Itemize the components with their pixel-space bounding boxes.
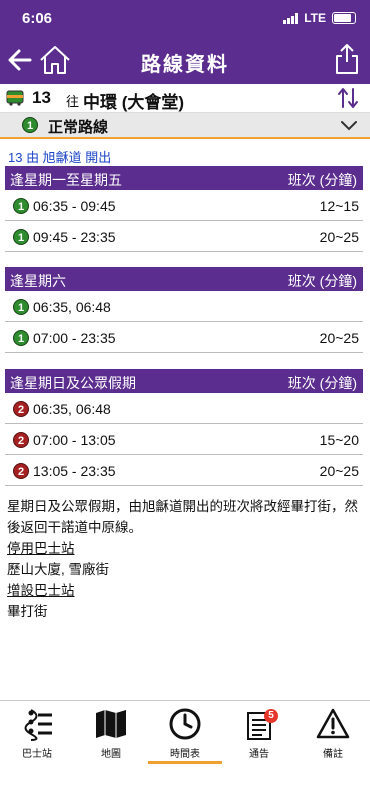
status-indicators: LTE	[283, 11, 356, 25]
tab-label: 備註	[323, 749, 343, 760]
bus-icon	[6, 90, 24, 106]
time-range: 09:45 - 23:35	[33, 229, 116, 245]
frequency-value: 20~25	[319, 330, 359, 346]
chevron-down-icon[interactable]	[340, 118, 358, 132]
page-title: 路線資料	[141, 54, 229, 76]
section-header: 逢星期日及公眾假期 班次 (分鐘)	[5, 369, 363, 393]
frequency-header: 班次 (分鐘)	[287, 172, 357, 188]
frequency-value: 15~20	[319, 432, 359, 448]
origin-text: 13 由 旭龢道 開出	[8, 150, 112, 165]
suspended-stops: 歷山大廈, 雪廠街	[7, 562, 110, 577]
added-stops-heading[interactable]: 增設巴士站	[7, 580, 363, 601]
time-range: 07:00 - 23:35	[33, 330, 116, 346]
route-notes: 星期日及公眾假期，由旭龢道開出的班次將改經畢打街，然後返回干諾道中原線。 停用巴…	[7, 496, 363, 622]
tab-notices[interactable]: 5 通告	[222, 707, 296, 767]
frequency-value: 20~25	[319, 463, 359, 479]
schedule-row: 1 06:35 - 09:45 12~15	[5, 190, 363, 221]
variant-badge: 2	[13, 463, 29, 479]
time-range: 06:35 - 09:45	[33, 198, 116, 214]
active-tab-indicator	[148, 761, 222, 764]
signal-icon	[283, 12, 299, 24]
schedule-row: 2 06:35, 06:48	[5, 393, 363, 424]
network-label: LTE	[304, 11, 326, 25]
section-header: 逢星期一至星期五 班次 (分鐘)	[5, 166, 363, 190]
schedule-section-sunday: 逢星期日及公眾假期 班次 (分鐘) 2 06:35, 06:48 2 07:00…	[5, 369, 363, 486]
time-range: 07:00 - 13:05	[33, 432, 116, 448]
variant-label: 正常路線	[48, 119, 109, 136]
schedule-section-weekday: 逢星期一至星期五 班次 (分鐘) 1 06:35 - 09:45 12~15 1…	[5, 166, 363, 252]
route-header: 13 往 中環 (大會堂)	[0, 84, 370, 113]
warning-icon	[316, 708, 350, 739]
status-time: 6:06	[22, 10, 53, 27]
variant-badge: 1	[13, 198, 29, 214]
variant-badge: 1	[13, 229, 29, 245]
tab-remarks[interactable]: 備註	[296, 707, 370, 767]
schedule-row: 1 09:45 - 23:35 20~25	[5, 221, 363, 252]
route-destination: 中環 (大會堂)	[83, 93, 185, 112]
schedule-section-saturday: 逢星期六 班次 (分鐘) 1 06:35, 06:48 1 07:00 - 23…	[5, 267, 363, 353]
frequency-header: 班次 (分鐘)	[287, 375, 357, 391]
frequency-value: 20~25	[319, 229, 359, 245]
schedule-row: 1 07:00 - 23:35 20~25	[5, 322, 363, 353]
schedule-row: 2 07:00 - 13:05 15~20	[5, 424, 363, 455]
variant-badge: 2	[13, 401, 29, 417]
schedule-row: 1 06:35, 06:48	[5, 291, 363, 322]
variant-badge: 1	[13, 299, 29, 315]
section-header: 逢星期六 班次 (分鐘)	[5, 267, 363, 291]
clock-icon	[169, 708, 201, 740]
variant-badge: 2	[13, 432, 29, 448]
suspended-stops-heading[interactable]: 停用巴士站	[7, 538, 363, 559]
time-range: 06:35, 06:48	[33, 401, 111, 417]
variant-badge: 1	[13, 330, 29, 346]
notice-count-badge: 5	[264, 709, 278, 723]
variant-badge: 1	[22, 117, 38, 133]
tab-label: 時間表	[170, 749, 200, 760]
swap-direction-icon[interactable]	[336, 87, 360, 109]
time-range: 13:05 - 23:35	[33, 463, 116, 479]
map-icon	[96, 710, 126, 738]
share-icon[interactable]	[334, 42, 360, 76]
route-variant-selector[interactable]: 1 正常路線	[0, 113, 370, 139]
section-title: 逢星期六	[10, 273, 66, 289]
tab-bar: 巴士站 地圖 時間表 5 通告 備註	[0, 700, 370, 801]
notes-paragraph: 星期日及公眾假期，由旭龢道開出的班次將改經畢打街，然後返回干諾道中原線。	[7, 499, 358, 535]
tab-map[interactable]: 地圖	[74, 707, 148, 767]
schedule-row: 2 13:05 - 23:35 20~25	[5, 455, 363, 486]
tab-timetable[interactable]: 時間表	[148, 707, 222, 767]
time-range: 06:35, 06:48	[33, 299, 111, 315]
added-stops: 畢打街	[7, 604, 48, 619]
frequency-header: 班次 (分鐘)	[287, 273, 357, 289]
frequency-value: 12~15	[319, 198, 359, 214]
route-direction: 往	[66, 94, 80, 109]
section-title: 逢星期一至星期五	[10, 172, 122, 188]
tab-label: 通告	[249, 749, 269, 760]
bus-stop-icon	[24, 709, 52, 741]
nav-bar: 路線資料	[0, 38, 370, 84]
battery-icon	[332, 12, 356, 24]
section-title: 逢星期日及公眾假期	[10, 375, 136, 391]
tab-label: 巴士站	[22, 749, 52, 760]
tab-bus-stops[interactable]: 巴士站	[0, 707, 74, 767]
status-bar: 6:06 LTE	[0, 0, 370, 38]
tab-label: 地圖	[101, 749, 121, 760]
route-number: 13	[32, 88, 51, 107]
